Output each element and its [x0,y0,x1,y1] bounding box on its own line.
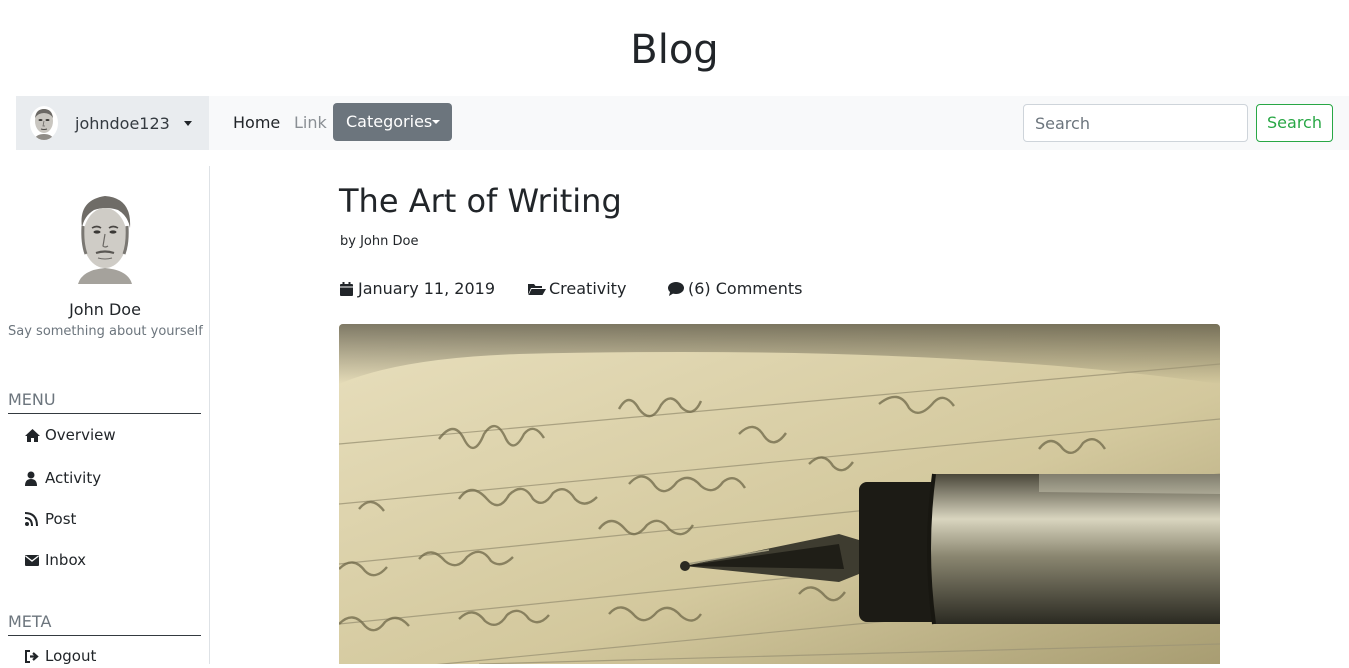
menu-item-label: Post [45,510,77,528]
search-button[interactable]: Search [1256,104,1333,142]
menu-item-label: Logout [45,647,97,665]
menu-item-label: Overview [45,426,116,444]
post-category-text: Creativity [549,279,627,298]
navbar: johndoe123 Home Link Categories Search [16,96,1349,150]
user-icon [24,471,41,486]
menu-item-post[interactable]: Post [24,510,76,528]
post-comments-text: (6) Comments [688,279,803,298]
folder-open-icon [527,281,547,297]
nav-home-link[interactable]: Home [233,96,280,150]
calendar-icon [339,281,356,297]
post-comments[interactable]: (6) Comments [667,279,802,298]
profile-name: John Doe [69,300,141,319]
site-title: Blog [630,27,719,73]
meta-heading: META [8,612,201,636]
menu-item-label: Activity [45,469,102,487]
menu-heading: MENU [8,390,201,414]
post-author: by John Doe [340,234,419,249]
menu-item-label: Inbox [45,551,87,569]
post-featured-image [339,324,1220,664]
sidebar: John Doe Say something about yourself ME… [0,166,210,665]
post-title: The Art of Writing [339,182,622,220]
search-input[interactable] [1023,104,1248,142]
post-date-text: January 11, 2019 [358,279,495,298]
envelope-icon [24,553,41,568]
chevron-down-icon [432,120,440,124]
comment-icon [667,281,686,297]
menu-item-logout[interactable]: Logout [24,647,96,665]
sign-out-icon [24,649,41,664]
categories-dropdown-button[interactable]: Categories [333,103,452,141]
post-date: January 11, 2019 [339,279,495,298]
nav-link[interactable]: Link [294,96,327,150]
profile-bio: Say something about yourself [8,324,203,339]
chevron-down-icon [184,121,192,126]
menu-item-inbox[interactable]: Inbox [24,551,86,569]
username: johndoe123 [75,113,170,133]
categories-label: Categories [346,112,433,131]
avatar [30,106,58,140]
menu-item-activity[interactable]: Activity [24,469,101,487]
post-category[interactable]: Creativity [527,279,626,298]
rss-icon [24,511,41,527]
user-dropdown[interactable]: johndoe123 [16,96,209,150]
menu-item-overview[interactable]: Overview [24,426,116,444]
home-icon [24,428,41,443]
profile-photo [68,188,142,284]
